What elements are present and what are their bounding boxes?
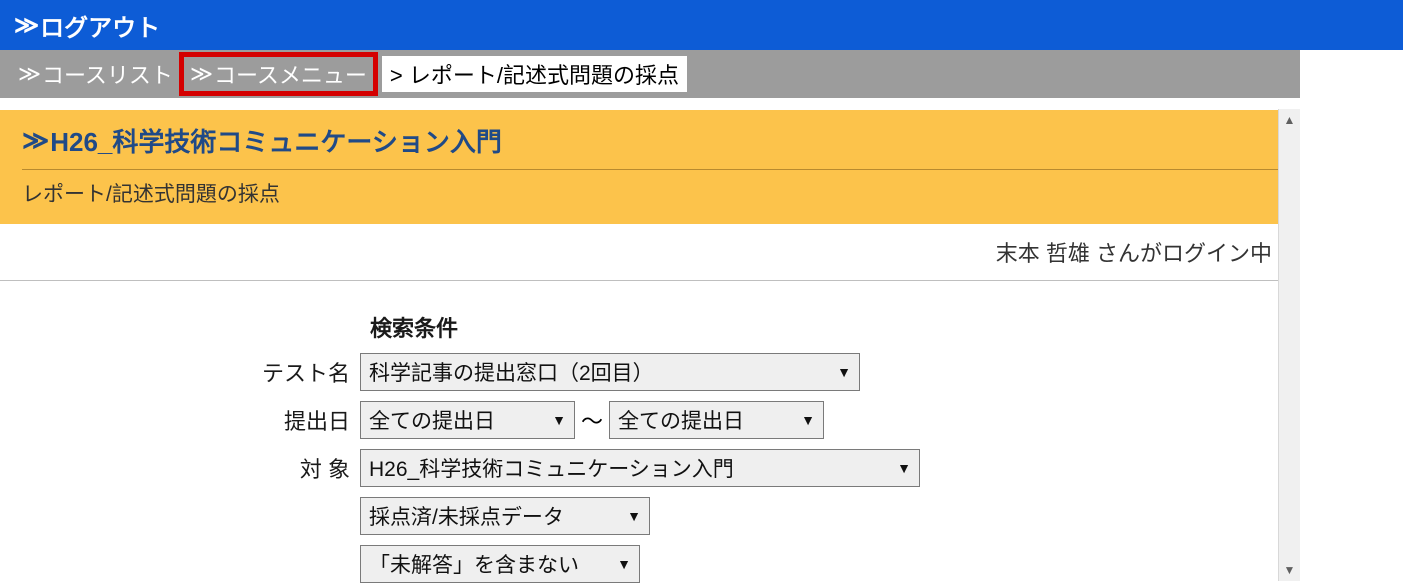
select-value: 採点済/未採点データ <box>369 501 564 531</box>
course-title: H26_科学技術コミュニケーション入門 <box>50 122 502 159</box>
logout-label: ログアウト <box>40 8 160 43</box>
course-header: ≫ H26_科学技術コミュニケーション入門 レポート/記述式問題の採点 <box>0 110 1300 224</box>
breadcrumb-course-menu[interactable]: ≫ コースメニュー <box>179 52 378 96</box>
label-test-name: テスト名 <box>0 356 360 388</box>
select-value: 全ての提出日 <box>369 405 495 435</box>
caret-down-icon: ▼ <box>801 412 815 428</box>
row-target: 対 象 H26_科学技術コミュニケーション入門 ▼ <box>0 449 1300 487</box>
chevron-double-icon: ≫ <box>190 61 210 87</box>
select-target[interactable]: H26_科学技術コミュニケーション入門 ▼ <box>360 449 920 487</box>
select-grading-filter[interactable]: 採点済/未採点データ ▼ <box>360 497 650 535</box>
caret-down-icon: ▼ <box>617 556 631 572</box>
login-status: 末本 哲雄 さんがログイン中 <box>0 224 1300 280</box>
select-unanswered-filter[interactable]: 「未解答」を含まない ▼ <box>360 545 640 583</box>
blank-margin <box>1300 50 1403 581</box>
row-filter1: 採点済/未採点データ ▼ <box>0 497 1300 535</box>
caret-down-icon: ▼ <box>897 460 911 476</box>
search-heading: 検索条件 <box>370 311 1300 343</box>
course-title-row: ≫ H26_科学技術コミュニケーション入門 <box>22 122 1278 159</box>
vertical-scrollbar[interactable]: ▲ ▼ <box>1278 109 1300 581</box>
scroll-down-icon[interactable]: ▼ <box>1279 559 1300 581</box>
breadcrumb-course-list[interactable]: ≫ コースリスト <box>12 56 179 92</box>
content-pane: ≫ H26_科学技術コミュニケーション入門 レポート/記述式問題の採点 末本 哲… <box>0 110 1300 583</box>
breadcrumb-current: > レポート/記述式問題の採点 <box>382 56 687 92</box>
chevron-icon: > <box>390 63 403 88</box>
breadcrumb-label: コースメニュー <box>214 58 367 90</box>
top-bar: ≫ ログアウト <box>0 0 1403 50</box>
select-value: 科学記事の提出窓口（2回目） <box>369 357 654 387</box>
select-date-from[interactable]: 全ての提出日 ▼ <box>360 401 575 439</box>
label-target: 対 象 <box>0 452 360 484</box>
row-filter2: 「未解答」を含まない ▼ <box>0 545 1300 583</box>
select-value: 全ての提出日 <box>618 405 744 435</box>
breadcrumb: ≫ コースリスト ≫ コースメニュー > レポート/記述式問題の採点 <box>0 50 1403 98</box>
course-subtitle: レポート/記述式問題の採点 <box>22 169 1278 208</box>
select-value: H26_科学技術コミュニケーション入門 <box>369 453 734 483</box>
select-date-to[interactable]: 全ての提出日 ▼ <box>609 401 824 439</box>
row-submit-date: 提出日 全ての提出日 ▼ ～ 全ての提出日 ▼ <box>0 401 1300 439</box>
logout-link[interactable]: ≫ ログアウト <box>14 8 160 43</box>
breadcrumb-label: コースリスト <box>42 58 173 90</box>
chevron-double-icon: ≫ <box>22 125 46 156</box>
scroll-up-icon[interactable]: ▲ <box>1279 109 1300 131</box>
select-value: 「未解答」を含まない <box>369 549 579 579</box>
chevron-double-icon: ≫ <box>14 11 36 40</box>
caret-down-icon: ▼ <box>552 412 566 428</box>
breadcrumb-current-label: レポート/記述式問題の採点 <box>409 63 679 88</box>
tilde-separator: ～ <box>581 404 603 436</box>
row-test-name: テスト名 科学記事の提出窓口（2回目） ▼ <box>0 353 1300 391</box>
chevron-double-icon: ≫ <box>18 61 38 87</box>
select-test-name[interactable]: 科学記事の提出窓口（2回目） ▼ <box>360 353 860 391</box>
caret-down-icon: ▼ <box>627 508 641 524</box>
label-submit-date: 提出日 <box>0 404 360 436</box>
caret-down-icon: ▼ <box>837 364 851 380</box>
search-form: 検索条件 テスト名 科学記事の提出窓口（2回目） ▼ 提出日 全ての提出日 ▼ … <box>0 281 1300 583</box>
scroll-track[interactable] <box>1279 131 1300 559</box>
